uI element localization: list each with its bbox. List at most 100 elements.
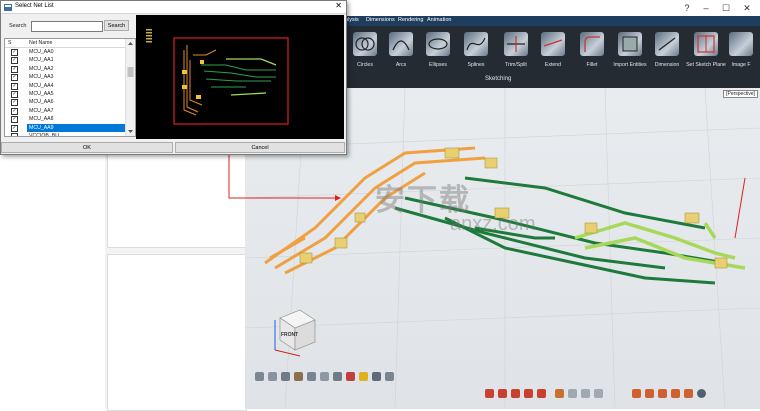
plane-icon[interactable]: [684, 389, 693, 398]
tool-label: Circles: [357, 62, 373, 68]
tool-splines[interactable]: Splines: [456, 32, 496, 68]
dialog-title-bar: Select Net List ✕: [1, 1, 346, 14]
net-list-item[interactable]: ✓ MCU_AA4: [5, 82, 125, 90]
net-checkbox[interactable]: ✓: [11, 82, 18, 90]
image-icon: [729, 32, 753, 56]
column-header-s[interactable]: S: [8, 40, 11, 46]
cancel-button[interactable]: Cancel: [175, 142, 345, 153]
snap-icon[interactable]: [537, 389, 546, 398]
net-preview: [136, 15, 344, 139]
select-net-list-dialog: Select Net List ✕ Search Search S Net Na…: [0, 0, 347, 155]
tool-circles[interactable]: Circles: [345, 32, 385, 68]
plane-icon[interactable]: [632, 389, 641, 398]
menu-animation[interactable]: Animation: [427, 17, 451, 23]
snap-icon[interactable]: [498, 389, 507, 398]
view-back-icon[interactable]: [281, 372, 290, 381]
zoom-icon[interactable]: [372, 372, 381, 381]
net-checkbox[interactable]: [11, 133, 18, 136]
plane-icon[interactable]: [645, 389, 654, 398]
net-checkbox[interactable]: ✓: [11, 99, 18, 107]
view-top-icon[interactable]: [320, 372, 329, 381]
net-list-item[interactable]: ✓ MCU_AA9: [5, 123, 125, 132]
tool-label: Fillet: [586, 62, 598, 68]
net-list-item[interactable]: ✓ MCU_AA3: [5, 73, 125, 82]
net-checkbox[interactable]: ✓: [11, 91, 18, 98]
tool-extend[interactable]: Extend: [533, 32, 573, 68]
menu-dimensions[interactable]: Dimensions: [366, 17, 395, 23]
ok-button[interactable]: OK: [1, 142, 173, 153]
settings-icon[interactable]: [697, 389, 706, 398]
ellipses-icon: [426, 32, 450, 56]
tool-icon[interactable]: [594, 389, 603, 398]
view-front-icon[interactable]: [268, 372, 277, 381]
tool-icon[interactable]: [568, 389, 577, 398]
view-cube-front-label[interactable]: FRONT: [281, 332, 298, 338]
minimize-button[interactable]: –: [696, 2, 716, 14]
net-list-item[interactable]: ✓ MCU_AA0: [5, 48, 125, 56]
net-list-item[interactable]: ✓ MCU_AA5: [5, 90, 125, 98]
net-checkbox[interactable]: ✓: [11, 65, 18, 73]
net-checkbox[interactable]: ✓: [11, 124, 18, 132]
render-icon[interactable]: [346, 372, 355, 381]
view-right-icon[interactable]: [307, 372, 316, 381]
net-name: MCU_AA0: [29, 49, 54, 55]
snap-icon[interactable]: [485, 389, 494, 398]
net-list-item[interactable]: ✓ MCU_AA8: [5, 115, 125, 124]
tool-label: Splines: [467, 62, 485, 68]
snap-icon[interactable]: [524, 389, 533, 398]
net-checkbox[interactable]: ✓: [11, 57, 18, 65]
tool-icon[interactable]: [555, 389, 564, 398]
tool-set-sketch-plane[interactable]: Set Sketch Plane: [686, 32, 726, 68]
tool-ellipses[interactable]: Ellipses: [418, 32, 458, 68]
net-checkbox[interactable]: ✓: [11, 116, 18, 124]
view-bottom-icon[interactable]: [333, 372, 342, 381]
net-checkbox[interactable]: ✓: [11, 74, 18, 82]
net-list-item[interactable]: VCCIOB_BU: [5, 132, 125, 136]
tool-label: Dimension: [654, 62, 680, 68]
net-checkbox[interactable]: ✓: [11, 107, 18, 115]
search-button[interactable]: Search: [104, 20, 129, 31]
tool-image[interactable]: Image F: [725, 32, 757, 68]
grid-icon[interactable]: [359, 372, 368, 381]
menu-rendering[interactable]: Rendering: [398, 17, 423, 23]
net-list-item[interactable]: ✓ MCU_AA2: [5, 65, 125, 73]
sketch-plane-icon: [694, 32, 718, 56]
maximize-button[interactable]: ☐: [716, 2, 736, 14]
net-checkbox[interactable]: ✓: [11, 49, 18, 56]
tool-import-entities[interactable]: Import Entities: [610, 32, 650, 68]
net-list-item[interactable]: ✓ MCU_AA6: [5, 98, 125, 107]
menu-analysis[interactable]: alysis: [345, 17, 359, 23]
dialog-close-icon[interactable]: ✕: [335, 1, 342, 10]
splines-icon: [464, 32, 488, 56]
arcs-icon: [389, 32, 413, 56]
view-left-icon[interactable]: [294, 372, 303, 381]
dimension-icon: [655, 32, 679, 56]
search-input[interactable]: [31, 21, 103, 32]
plane-icon[interactable]: [671, 389, 680, 398]
net-list-scrollbar[interactable]: [125, 39, 135, 136]
net-list-item[interactable]: ✓ MCU_AA7: [5, 107, 125, 115]
net-name: MCU_AA7: [29, 107, 54, 114]
help-button[interactable]: ?: [677, 2, 697, 14]
fit-icon[interactable]: [385, 372, 394, 381]
tool-trim-split[interactable]: Trim/Split: [496, 32, 536, 68]
view-iso-icon[interactable]: [255, 372, 264, 381]
tool-fillet[interactable]: Fillet: [572, 32, 612, 68]
view-mode-label[interactable]: [Perspective]: [723, 90, 758, 98]
ribbon-group-label: Sketching: [485, 76, 512, 82]
net-list-item[interactable]: ✓ MCU_AA1: [5, 56, 125, 65]
tool-icon[interactable]: [581, 389, 590, 398]
close-button[interactable]: ✕: [737, 2, 757, 14]
column-header-net-name[interactable]: Net Name: [29, 40, 52, 46]
snap-icon[interactable]: [511, 389, 520, 398]
tool-label: Import Entities: [613, 62, 647, 68]
plane-icon[interactable]: [658, 389, 667, 398]
circles-icon: [353, 32, 377, 56]
view-toolbar: [255, 372, 405, 384]
tool-dimension[interactable]: Dimension: [647, 32, 687, 68]
tool-arcs[interactable]: Arcs: [381, 32, 421, 68]
tool-label: Arcs: [395, 62, 407, 68]
extend-icon: [541, 32, 565, 56]
net-name: MCU_AA4: [29, 82, 54, 89]
net-name: MCU_AA5: [29, 91, 54, 97]
